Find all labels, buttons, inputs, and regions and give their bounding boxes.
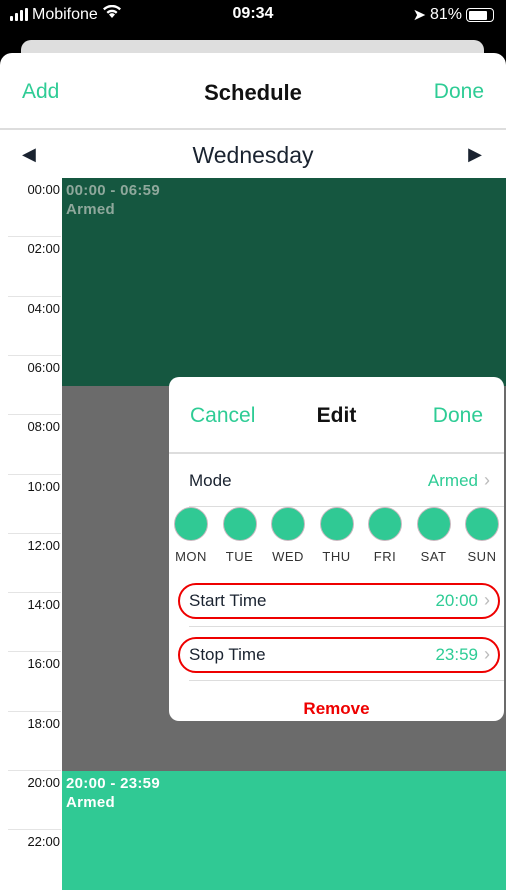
schedule-block[interactable]: 20:00 - 23:59 Armed (62, 771, 506, 890)
page-title: Schedule (204, 80, 302, 105)
weekday-label: THU (322, 549, 351, 564)
weekday-circle[interactable] (465, 507, 499, 541)
hour-label: 00:00 (27, 182, 60, 197)
hour-label: 12:00 (27, 537, 60, 553)
block-range: 20:00 - 23:59 (66, 775, 160, 792)
weekday-label: FRI (373, 549, 397, 564)
mode-value: Armed (427, 470, 478, 490)
weekday-circle[interactable] (368, 507, 402, 541)
weekday-circle[interactable] (174, 507, 208, 541)
hour-label: 06:00 (27, 359, 60, 375)
weekday-circle[interactable] (222, 507, 257, 541)
weekday-toggle[interactable]: TUE (222, 507, 257, 564)
hour-divider (8, 473, 61, 475)
hour-divider (8, 414, 61, 416)
hour-divider (8, 710, 61, 712)
highlight-annotation (178, 583, 500, 619)
highlight-annotation (178, 637, 500, 673)
remove-button[interactable]: Remove (169, 699, 504, 719)
schedule-block[interactable]: 00:00 - 06:59 Armed (62, 178, 506, 386)
hour-divider (8, 592, 61, 594)
hour-label: 08:00 (27, 419, 60, 435)
block-range: 00:00 - 06:59 (66, 182, 160, 199)
hour-divider (8, 295, 61, 297)
hour-label: 20:00 (27, 775, 60, 790)
location-icon: ➤ (412, 7, 426, 24)
triangle-right-icon[interactable]: ▶ (468, 144, 482, 165)
weekday-label: SAT (420, 549, 447, 564)
weekday-selector: MON TUE WED THU FRI SAT SUN (169, 507, 504, 564)
hour-label: 10:00 (27, 478, 60, 494)
day-name: Wednesday (192, 142, 314, 168)
hour-label: 22:00 (27, 834, 60, 850)
mode-label: Mode (189, 470, 232, 490)
edit-done-button[interactable]: Done (433, 404, 483, 428)
hour-label: 04:00 (27, 300, 60, 316)
hour-label: 02:00 (27, 241, 60, 257)
block-mode: Armed (66, 794, 116, 811)
weekday-toggle[interactable]: FRI (368, 507, 402, 564)
battery-percent: 81% (429, 6, 462, 23)
hour-divider (8, 236, 61, 238)
block-mode: Armed (66, 201, 116, 218)
hour-divider (8, 651, 61, 653)
status-bar: Mobifone 09:34 ➤ 81% (0, 0, 506, 32)
weekday-label: SUN (467, 549, 497, 564)
weekday-toggle[interactable]: WED (271, 507, 305, 564)
hour-divider (8, 770, 61, 771)
done-button[interactable]: Done (434, 80, 484, 104)
weekday-label: WED (272, 549, 304, 564)
battery-icon (466, 8, 494, 22)
weekday-toggle[interactable]: SAT (416, 507, 451, 564)
hour-divider (8, 354, 61, 356)
weekday-label: MON (175, 549, 207, 564)
weekday-toggle[interactable]: SUN (465, 507, 499, 564)
weekday-circle[interactable] (416, 507, 451, 541)
hour-label: 18:00 (27, 715, 60, 731)
hour-label: 16:00 (27, 656, 60, 672)
hour-divider (8, 532, 61, 534)
weekday-toggle[interactable]: MON (174, 507, 208, 564)
weekday-circle[interactable] (271, 507, 305, 541)
weekday-circle[interactable] (319, 507, 354, 541)
edit-popup: Cancel Edit Done Mode Armed › MON TUE WED T… (169, 377, 504, 721)
day-selector: ◀ Wednesday ▶ (0, 131, 506, 178)
nav-bar: Add Schedule Done (0, 53, 506, 130)
mode-row[interactable]: Mode Armed › (189, 455, 504, 507)
weekday-label: TUE (225, 549, 254, 564)
chevron-right-icon: › (484, 470, 490, 490)
weekday-toggle[interactable]: THU (319, 507, 354, 564)
hour-label: 14:00 (27, 597, 60, 613)
hour-divider (8, 829, 61, 831)
